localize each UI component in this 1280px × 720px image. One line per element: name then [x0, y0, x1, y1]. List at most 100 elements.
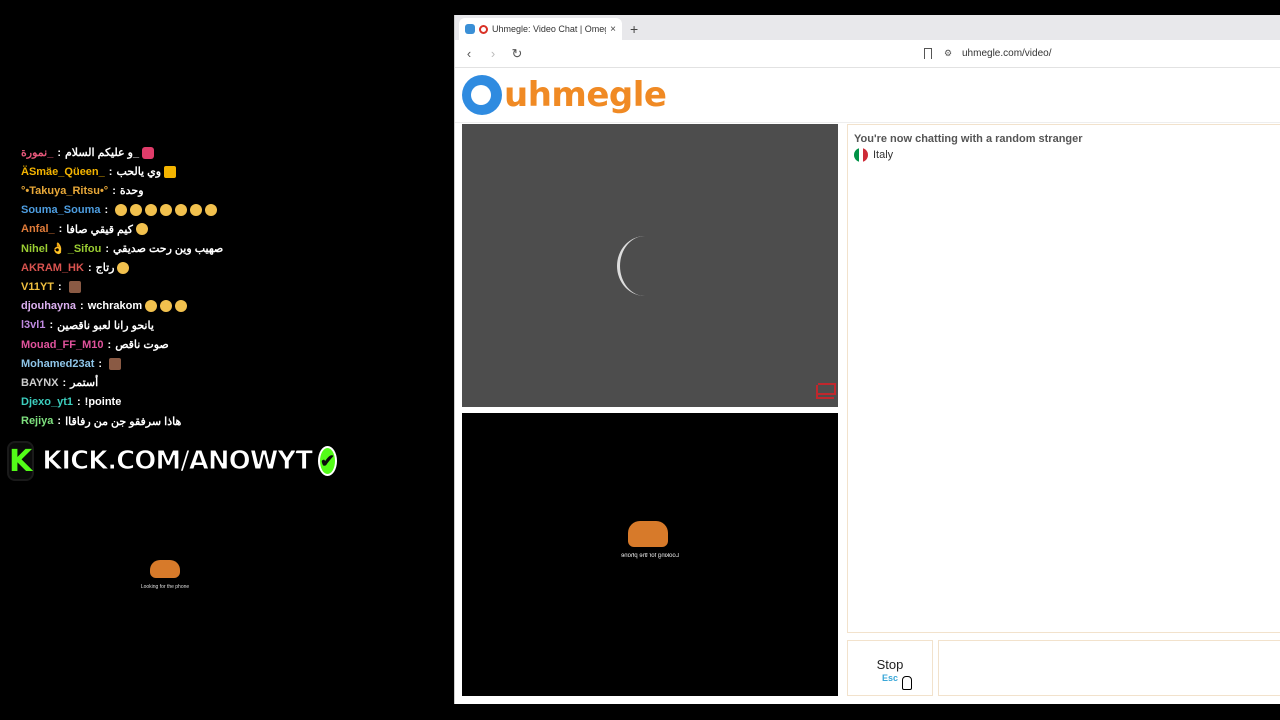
self-video-label: Looking for the phone [620, 553, 680, 559]
chat-username: Anfal_ [21, 223, 55, 236]
chat-separator: : [105, 242, 109, 255]
chat-separator: : [107, 338, 112, 351]
chat-separator: : [108, 165, 113, 178]
chat-text: و عليكم السلام_ [64, 147, 140, 159]
report-flag-icon[interactable] [816, 383, 836, 399]
chat-separator: : [49, 319, 54, 332]
emote-icon [205, 204, 218, 217]
chat-message: Souma_Souma: [21, 201, 218, 220]
emote-icon [145, 204, 158, 217]
stream-chat: نمورة_: و عليكم السلام_ ÄSmäe_Qüeen_: وي يا… [0, 124, 440, 436]
chat-text: أستمر [70, 377, 99, 390]
chat-separator: : [104, 204, 109, 217]
chat-username: Mohamed23at [21, 357, 95, 370]
tab-uhmegle[interactable]: Uhmegle: Video Chat | Omeg × [459, 18, 622, 40]
message-input[interactable] [938, 640, 1280, 696]
chat-separator: : [112, 184, 116, 197]
chat-username: Djexo_yt1 [21, 396, 73, 409]
italy-flag-icon [854, 148, 868, 162]
stop-button[interactable]: Stop Esc [847, 640, 933, 696]
site-info-icon[interactable]: ⚙ [944, 48, 954, 59]
new-tab-button[interactable]: + [630, 21, 638, 37]
loading-spinner-icon [617, 236, 673, 296]
chat-separator: : [58, 280, 62, 293]
uhmegle-logo-icon[interactable] [462, 75, 502, 115]
chat-message: Mohamed23at: [21, 354, 122, 373]
address-bar: ‹ › ↻ ⚙ uhmegle.com/video/ [455, 40, 1280, 68]
favicon-icon [465, 24, 475, 34]
chat-message: Rejiya: هاذا سرفقو جن من رفاقاا [21, 412, 181, 431]
emote-icon [135, 223, 148, 236]
chat-username: Souma_Souma [21, 204, 101, 217]
emote-icon [68, 280, 81, 293]
stranger-video [462, 124, 838, 407]
emote-icon [190, 204, 203, 217]
bookmark-icon[interactable] [924, 48, 932, 59]
emote-icon [160, 300, 173, 313]
tab-bar: Uhmegle: Video Chat | Omeg × + [455, 15, 1280, 40]
chat-message: °•Takuya_Ritsu•°: وحدة [21, 181, 144, 200]
country-name: Italy [873, 149, 894, 161]
chat-text: صهيب وين رحت صديقي [113, 243, 224, 255]
chat-username: V11YT [21, 280, 55, 293]
url-field[interactable]: ⚙ uhmegle.com/video/ [944, 42, 1280, 65]
chat-username: Rejiya [21, 415, 54, 428]
screen: نمورة_: و عليكم السلام_ ÄSmäe_Qüeen_: وي يا… [0, 0, 1280, 720]
chat-message: ÄSmäe_Qüeen_: وي يالحب [21, 162, 177, 181]
chat-message: Anfal_: كيم قيقي صافا [21, 220, 148, 239]
chat-message: نمورة_: و عليكم السلام_ [21, 143, 155, 162]
site-header: uhmegle [455, 68, 1280, 123]
chat-log: You're now chatting with a random strang… [847, 124, 1280, 633]
uhmegle-logo-text[interactable]: uhmegle [504, 75, 667, 115]
chat-message: BAYNX: أستمر [21, 373, 98, 392]
chat-username: ÄSmäe_Qüeen_ [21, 165, 105, 178]
emote-icon [175, 300, 188, 313]
chat-message: djouhayna: wchrakom [21, 297, 188, 316]
chat-text: !pointe [84, 396, 122, 409]
stranger-country: Italy [854, 148, 1280, 162]
chat-message: l3vl1: يانحو رانا لعبو ناقصين [21, 316, 154, 335]
chat-message: Nihel 👌 _Sifou: صهيب وين رحت صديقي [21, 239, 223, 258]
chat-message: AKRAM_HK: رتاج [21, 258, 130, 277]
chat-separator: : [57, 415, 62, 428]
chat-text: هاذا سرفقو جن من رفاقاا [65, 415, 182, 428]
chat-username: l3vl1 [21, 319, 46, 332]
chat-text: وحدة [119, 185, 144, 198]
chat-separator: : [58, 223, 63, 236]
chat-status: You're now chatting with a random strang… [854, 133, 1083, 145]
chat-username: نمورة_ [21, 147, 54, 159]
chat-separator: : [62, 376, 67, 389]
emote-icon [115, 204, 128, 217]
emote-icon [142, 146, 155, 159]
stop-shortcut: Esc [881, 673, 898, 683]
webcam-preview-label: Looking for the phone [140, 584, 190, 590]
chat-text: يانحو رانا لعبو ناقصين [57, 319, 154, 332]
verified-icon: ✔ [317, 446, 338, 476]
back-button[interactable]: ‹ [459, 46, 479, 61]
reload-button[interactable]: ↻ [507, 46, 527, 62]
close-tab-icon[interactable]: × [610, 24, 616, 35]
chat-message: V11YT: [21, 277, 81, 296]
chat-username: djouhayna [21, 300, 77, 313]
tab-title: Uhmegle: Video Chat | Omeg [492, 24, 607, 34]
chat-username: °•Takuya_Ritsu•° [21, 184, 109, 197]
chat-text: صوت ناقص [115, 339, 169, 351]
url-text: uhmegle.com/video/ [962, 48, 1052, 59]
cat-image [150, 560, 180, 578]
chat-separator: : [57, 146, 61, 159]
chat-text: رتاج [95, 262, 115, 275]
forward-button[interactable]: › [483, 46, 503, 61]
emote-icon [117, 261, 130, 274]
chat-text: wchrakom [87, 300, 143, 313]
kick-channel-text: KICK.COM/ANOWYT [42, 446, 314, 477]
chat-separator: : [80, 300, 84, 313]
chat-message: Djexo_yt1: !pointe [21, 393, 121, 412]
emote-icon [109, 357, 122, 370]
emote-icon [130, 204, 143, 217]
webcam-preview: Looking for the phone [140, 560, 190, 590]
recording-icon [479, 24, 488, 34]
chat-separator: : [98, 357, 103, 370]
kick-logo-icon: K [7, 441, 35, 481]
emote-icon [160, 204, 173, 217]
chat-message: Mouad_FF_M10: صوت ناقص [21, 335, 169, 354]
